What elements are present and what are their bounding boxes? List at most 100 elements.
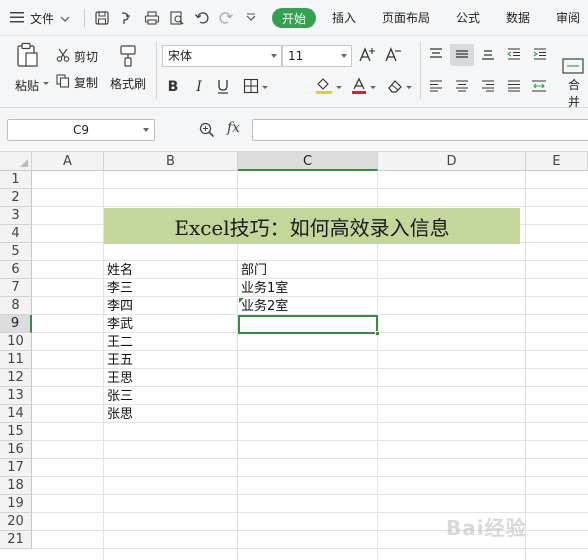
underline-icon [216,78,230,97]
increase-indent-button[interactable] [530,44,550,66]
cell-b10[interactable]: 王二 [104,334,133,352]
row-header-4[interactable]: 4 [0,225,32,243]
format-painter-button[interactable]: 格式刷 [108,44,148,92]
cut-button[interactable]: 剪切 [56,48,98,65]
row-header-18[interactable]: 18 [0,477,32,495]
row-header-14[interactable]: 14 [0,405,32,423]
redo-icon[interactable] [218,0,234,36]
print-icon[interactable] [144,0,160,36]
cell-b6[interactable]: 姓名 [104,262,133,280]
cell-b7[interactable]: 李三 [104,280,133,298]
row-header-13[interactable]: 13 [0,387,32,405]
align-center-button[interactable] [452,76,472,98]
cell-b13[interactable]: 张三 [104,388,133,406]
formula-input[interactable] [252,119,588,141]
tab-data[interactable]: 数据 [506,0,530,36]
print-preview-icon[interactable] [169,0,185,36]
file-menu[interactable]: 文件 [10,0,70,36]
row-header-5[interactable]: 5 [0,243,32,261]
font-size-value: 11 [288,49,304,63]
row-header-7[interactable]: 7 [0,279,32,297]
borders-button[interactable] [240,76,270,98]
sheet-title-cell[interactable]: Excel技巧：如何高效录入信息 [104,208,520,244]
customize-toolbar-icon[interactable] [246,0,256,36]
name-box[interactable]: C9 [7,119,155,141]
save-icon[interactable] [94,0,110,36]
justify-icon [507,79,521,95]
row-header-16[interactable]: 16 [0,441,32,459]
fill-color-button[interactable] [312,76,344,98]
tab-formulas[interactable]: 公式 [456,0,480,36]
row-header-8[interactable]: 8 [0,297,32,315]
column-header-d[interactable]: D [378,152,526,171]
fill-handle[interactable] [375,331,380,336]
row-header-19[interactable]: 19 [0,495,32,513]
underline-button[interactable] [214,76,232,98]
decrease-indent-button[interactable] [504,44,524,66]
align-top-button[interactable] [426,44,446,66]
align-middle-button[interactable] [450,44,474,66]
chevron-down-icon [271,54,277,58]
paste-dropdown-icon[interactable] [43,82,49,85]
merge-center-button[interactable] [562,58,584,77]
tab-insert[interactable]: 插入 [332,0,356,36]
justify-button[interactable] [504,76,524,98]
cell-b11[interactable]: 王五 [104,352,133,370]
undo-icon[interactable] [194,0,210,36]
column-header-e[interactable]: E [526,152,588,171]
align-right-button[interactable] [478,76,498,98]
italic-button[interactable]: I [190,76,208,98]
copy-icon [56,74,70,91]
cell-b8[interactable]: 李四 [104,298,133,316]
paste-button[interactable]: 粘贴 [10,42,44,94]
row-header-12[interactable]: 12 [0,369,32,387]
distributed-align-button[interactable] [528,76,550,98]
cell-b9[interactable]: 李武 [104,316,133,334]
tab-home[interactable]: 开始 [272,8,316,28]
tab-page-layout[interactable]: 页面布局 [382,0,430,36]
cell-b12[interactable]: 王思 [104,370,133,388]
active-cell-c9[interactable] [238,315,378,334]
cell-c6[interactable]: 部门 [238,262,267,280]
font-size-select[interactable]: 11 [282,45,352,67]
font-name-select[interactable]: 宋体 [162,45,282,67]
export-pdf-icon[interactable] [118,0,134,36]
row-header-2[interactable]: 2 [0,189,32,207]
distributed-icon [531,79,547,95]
hamburger-icon [10,11,24,26]
row-header-9[interactable]: 9 [0,315,32,333]
font-color-button[interactable] [348,76,378,98]
row-header-17[interactable]: 17 [0,459,32,477]
bold-icon: B [167,79,179,95]
row-header-20[interactable]: 20 [0,513,32,531]
row-header-11[interactable]: 11 [0,351,32,369]
error-indicator-icon [239,298,244,303]
row-header-6[interactable]: 6 [0,261,32,279]
row-header-1[interactable]: 1 [0,171,32,189]
cell-b14[interactable]: 张思 [104,406,133,424]
row-header-15[interactable]: 15 [0,423,32,441]
copy-button[interactable]: 复制 [56,74,98,91]
zoom-icon[interactable] [199,122,215,141]
column-header-b[interactable]: B [104,152,238,171]
cell-c7[interactable]: 业务1室 [238,280,288,298]
select-all-corner[interactable] [0,152,32,171]
cell-c8[interactable]: 业务2室 [238,298,288,316]
clear-format-button[interactable] [384,76,414,98]
gridline [32,548,588,549]
increase-font-size-button[interactable] [358,45,376,67]
tab-review[interactable]: 审阅 [556,0,580,36]
decrease-font-size-button[interactable] [384,45,402,67]
bold-button[interactable]: B [164,76,182,98]
insert-function-button[interactable]: fx [227,120,240,136]
decrease-font-icon [384,46,402,66]
column-header-a[interactable]: A [32,152,104,171]
align-bottom-button[interactable] [478,44,498,66]
row-header-21[interactable]: 21 [0,531,32,549]
gridline [32,458,588,459]
row-header-3[interactable]: 3 [0,207,32,225]
chevron-down-icon [341,54,347,58]
align-left-button[interactable] [426,76,446,98]
row-header-10[interactable]: 10 [0,333,32,351]
column-header-c[interactable]: C [238,152,378,171]
